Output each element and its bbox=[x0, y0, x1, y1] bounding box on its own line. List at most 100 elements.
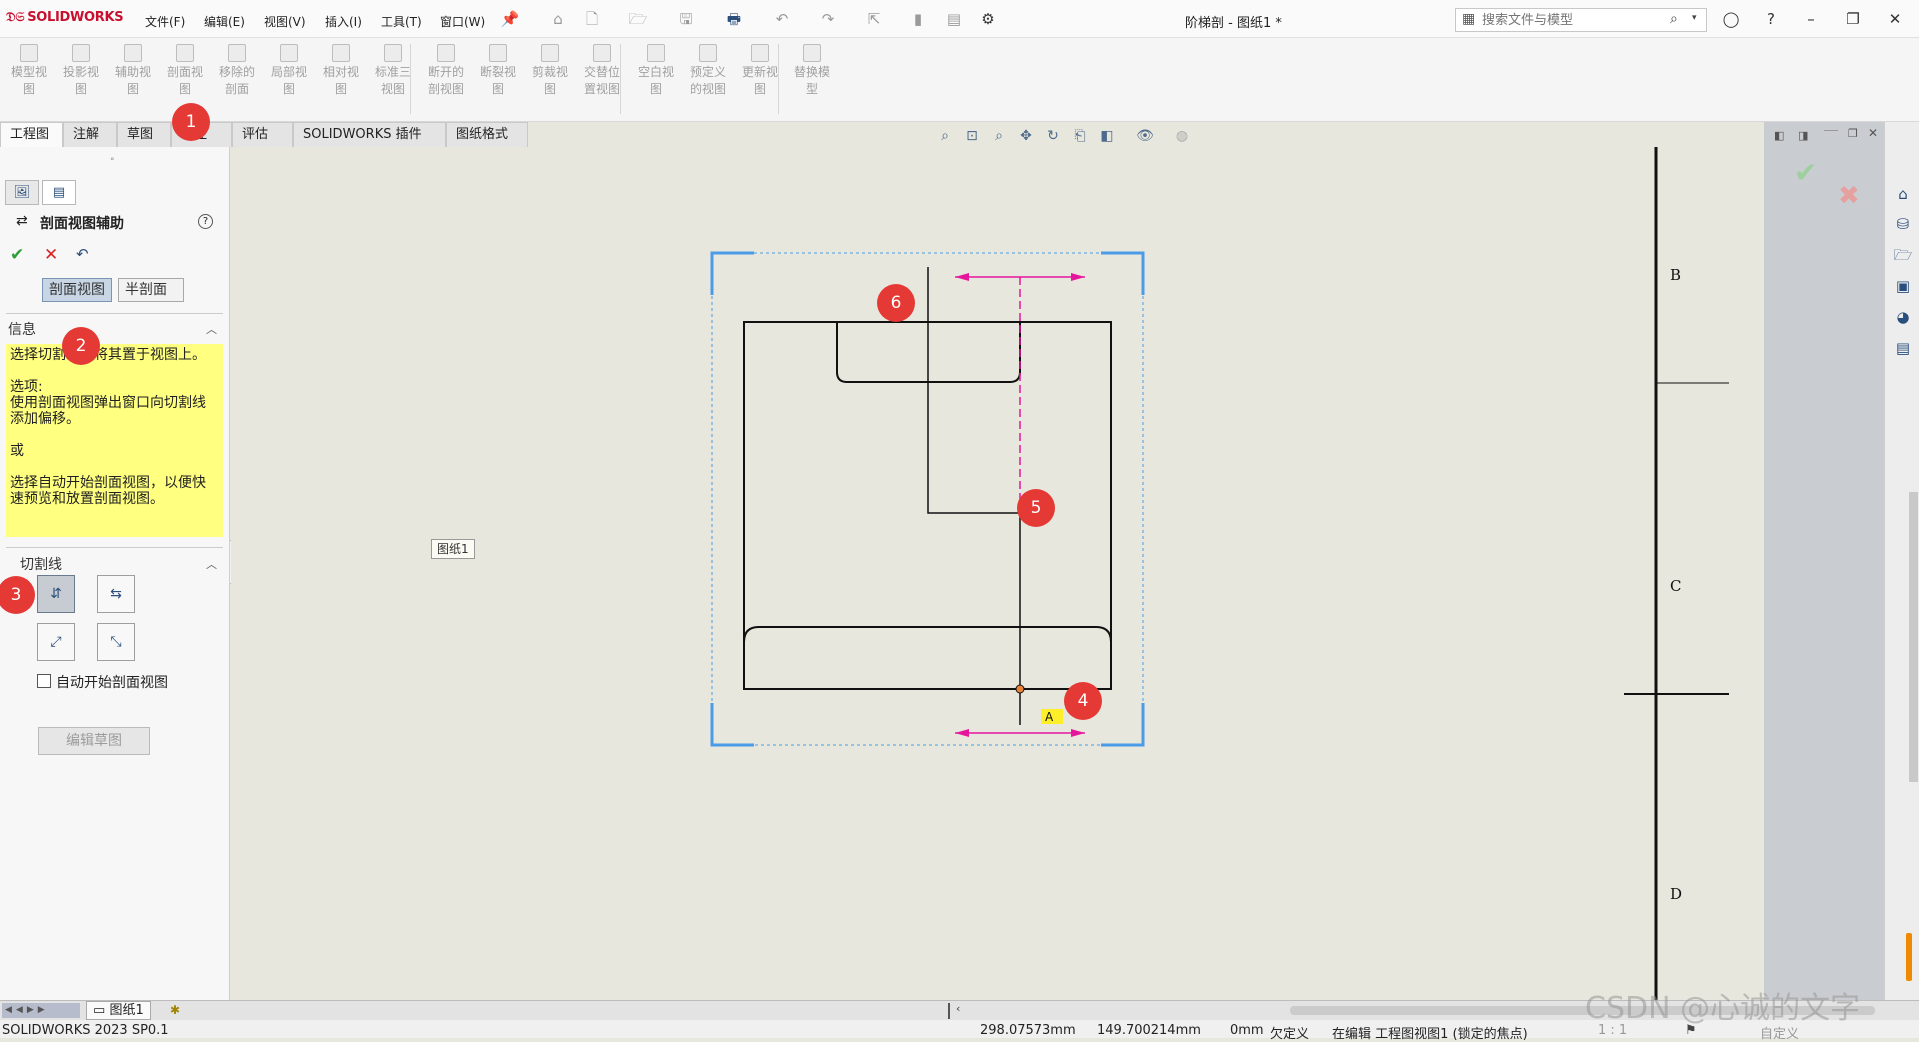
auto-start-checkbox[interactable] bbox=[37, 674, 51, 688]
cancel-x-icon[interactable]: ✖ bbox=[1838, 181, 1860, 211]
feature-manager-tab[interactable]: 🖼 bbox=[5, 180, 39, 205]
sheet-tab[interactable]: ▭ 图纸1 bbox=[86, 1001, 151, 1020]
menu-tools[interactable]: 工具(T) bbox=[381, 13, 422, 30]
undo-icon[interactable]: ↶ bbox=[76, 245, 89, 263]
add-sheet-icon[interactable]: ✱ bbox=[170, 1003, 180, 1017]
home-icon[interactable]: ⌂ bbox=[548, 9, 568, 29]
command-button-15[interactable]: 替换模型 bbox=[786, 44, 838, 98]
print-icon[interactable]: 🖶 bbox=[724, 9, 744, 29]
tab-sheet-format[interactable]: 图纸格式 bbox=[446, 122, 528, 147]
command-button-12[interactable]: 空白视图 bbox=[630, 44, 682, 98]
undo-icon[interactable]: ↶ bbox=[772, 9, 792, 29]
redo-icon[interactable]: ↷ bbox=[818, 9, 838, 29]
command-button-6[interactable]: 相对视图 bbox=[315, 44, 367, 98]
confirm-check-icon[interactable]: ✔ bbox=[1794, 156, 1817, 189]
user-account-icon[interactable]: ◯ bbox=[1720, 9, 1742, 29]
command-button-8[interactable]: 断开的 剖视图 bbox=[420, 44, 472, 98]
rebuild-icon[interactable]: ▮ bbox=[908, 9, 928, 29]
command-button-13[interactable]: 预定义 的视图 bbox=[682, 44, 734, 98]
vertical-scrollbar-thumb[interactable] bbox=[1909, 492, 1918, 782]
menu-file[interactable]: 文件(F) bbox=[145, 13, 185, 30]
command-button-3[interactable]: 剖面视图 bbox=[159, 44, 211, 98]
help-icon[interactable]: ? bbox=[198, 214, 213, 229]
drawing-canvas[interactable]: A B C D 图纸1 bbox=[231, 147, 1729, 1000]
pin-icon[interactable]: 📌 bbox=[500, 9, 520, 29]
collapse-caret-icon[interactable]: ︿ bbox=[206, 556, 217, 572]
menu-edit[interactable]: 编辑(E) bbox=[204, 13, 245, 30]
command-button-10[interactable]: 剪裁视图 bbox=[524, 44, 576, 98]
file-explorer-icon[interactable]: 🗁 bbox=[1891, 243, 1915, 267]
minimize-button[interactable]: – bbox=[1800, 9, 1822, 29]
tab-evaluate[interactable]: 评估 bbox=[232, 122, 293, 147]
tab-sketch[interactable]: 草图 bbox=[117, 122, 171, 147]
scroll-left-icon[interactable]: ‹ bbox=[956, 1002, 960, 1015]
menu-insert[interactable]: 插入(I) bbox=[325, 13, 362, 30]
display-style-icon[interactable]: ◧ bbox=[1097, 128, 1117, 146]
new-file-icon[interactable]: 🗋 bbox=[582, 9, 602, 29]
edit-sketch-button[interactable]: 编辑草图 bbox=[38, 727, 150, 755]
aligned-cutline-button[interactable]: ⤡ bbox=[97, 623, 135, 661]
command-button-5[interactable]: 局部视图 bbox=[263, 44, 315, 98]
vertical-cutline-button[interactable]: ⇵ bbox=[37, 575, 75, 613]
command-button-1[interactable]: 投影视图 bbox=[55, 44, 107, 98]
tab-addins[interactable]: SOLIDWORKS 插件 bbox=[293, 122, 446, 147]
command-button-2[interactable]: 辅助视图 bbox=[107, 44, 159, 98]
command-button-9[interactable]: 断裂视图 bbox=[472, 44, 524, 98]
scene-icon[interactable]: ◍ bbox=[1172, 128, 1192, 146]
cancel-x-icon[interactable]: ✕ bbox=[44, 245, 58, 265]
ok-check-icon[interactable]: ✔ bbox=[10, 245, 24, 265]
search-input[interactable] bbox=[1482, 12, 1662, 28]
hide-show-icon[interactable]: 👁 bbox=[1135, 128, 1155, 146]
search-icon[interactable]: ⌕ bbox=[1670, 11, 1678, 27]
menu-view[interactable]: 视图(V) bbox=[264, 13, 306, 30]
solidworks-logo[interactable]: 𝔇𝔖 SOLIDWORKS bbox=[6, 10, 124, 25]
annotation-badge-1: 1 bbox=[172, 103, 210, 141]
command-button-7[interactable]: 标准三 视图 bbox=[367, 44, 419, 98]
tab-annotation[interactable]: 注解 bbox=[63, 122, 117, 147]
file-properties-icon[interactable]: ▤ bbox=[944, 9, 964, 29]
annotation-badge-4: 4 bbox=[1064, 682, 1102, 720]
zoom-in-out-icon[interactable]: ⌕ bbox=[989, 128, 1009, 146]
pane-close-icon[interactable]: ✕ bbox=[1868, 126, 1878, 140]
menu-window[interactable]: 窗口(W) bbox=[440, 13, 485, 30]
select-icon[interactable]: ⇱ bbox=[864, 9, 884, 29]
property-manager-tab[interactable]: ▤ bbox=[42, 180, 76, 205]
redraw-icon[interactable]: ↻ bbox=[1043, 128, 1063, 146]
sheet-nav-arrows-icon[interactable]: ◀◀▶▶ bbox=[2, 1003, 80, 1018]
zoom-to-fit-icon[interactable]: ⌕ bbox=[935, 128, 955, 146]
command-button-0[interactable]: 模型视图 bbox=[3, 44, 55, 98]
command-button-4[interactable]: 移除的 剖面 bbox=[211, 44, 263, 98]
open-icon[interactable]: 🗁 bbox=[628, 9, 648, 29]
horizontal-cutline-button[interactable]: ⇆ bbox=[97, 575, 135, 613]
home-icon[interactable]: ⌂ bbox=[1891, 182, 1915, 206]
help-icon[interactable]: ? bbox=[1760, 9, 1782, 29]
custom-properties-icon[interactable]: ▤ bbox=[1891, 336, 1915, 360]
chevron-down-icon[interactable]: ▾ bbox=[1692, 13, 1697, 23]
segment-half-section[interactable]: 半剖面 bbox=[118, 278, 184, 302]
design-library-icon[interactable]: ⛁ bbox=[1891, 212, 1915, 236]
command-label-line1: 局部视 bbox=[270, 65, 307, 79]
close-button[interactable]: ✕ bbox=[1884, 9, 1906, 29]
command-label-line1: 投影视 bbox=[62, 65, 99, 79]
collapse-caret-icon[interactable]: ︿ bbox=[206, 321, 217, 337]
options-gear-icon[interactable]: ⚙ bbox=[978, 9, 998, 29]
pane-back-icon[interactable]: ◧ bbox=[1774, 129, 1784, 142]
segment-section-view[interactable]: 剖面视图 bbox=[42, 278, 112, 302]
pane-restore-icon[interactable]: ❐ bbox=[1848, 127, 1858, 140]
pane-minimize-icon[interactable] bbox=[1824, 130, 1838, 131]
save-icon[interactable]: 🖫 bbox=[676, 9, 696, 29]
panel-splitter-handle[interactable]: ° bbox=[110, 157, 115, 167]
command-label-line2: 图 bbox=[126, 82, 139, 96]
previous-view-icon[interactable]: ⎗ bbox=[1070, 128, 1090, 146]
tab-drawing[interactable]: 工程图 bbox=[0, 122, 63, 147]
appearances-icon[interactable]: ◕ bbox=[1891, 305, 1915, 329]
pane-forward-icon[interactable]: ◨ bbox=[1798, 129, 1808, 142]
auxiliary-cutline-button[interactable]: ⤢ bbox=[37, 623, 75, 661]
search-box[interactable]: ▦ ⌕ ▾ bbox=[1455, 8, 1707, 32]
zoom-area-icon[interactable]: ⊡ bbox=[962, 128, 982, 146]
split-handle[interactable] bbox=[948, 1003, 950, 1019]
pan-icon[interactable]: ✥ bbox=[1016, 128, 1036, 146]
view-palette-icon[interactable]: ▣ bbox=[1891, 274, 1915, 298]
restore-button[interactable]: ❐ bbox=[1842, 9, 1864, 29]
command-icon bbox=[280, 44, 298, 62]
